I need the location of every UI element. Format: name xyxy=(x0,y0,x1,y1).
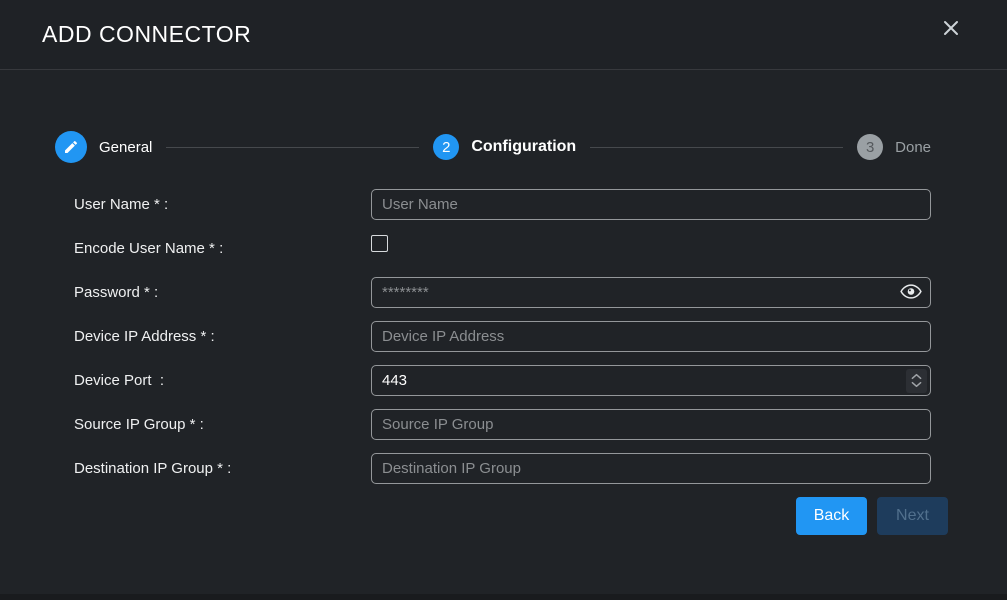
step-label-done: Done xyxy=(895,139,931,156)
close-icon xyxy=(941,18,961,41)
eye-icon xyxy=(900,283,922,303)
wizard-stepper: General 2 Configuration 3 Done xyxy=(55,131,931,163)
step-label-general: General xyxy=(99,139,152,156)
field-row-destination-ip-group: Destination IP Group * : xyxy=(74,453,931,484)
field-label: User Name * : xyxy=(74,196,371,213)
modal-bottom-edge xyxy=(0,594,1007,600)
step-number-2: 2 xyxy=(433,134,459,160)
back-button[interactable]: Back xyxy=(796,497,867,535)
field-row-username: User Name * : xyxy=(74,189,931,220)
connector-form: User Name * : Encode User Name * : Passw… xyxy=(74,189,931,484)
next-button[interactable]: Next xyxy=(877,497,948,535)
pencil-icon xyxy=(55,131,87,163)
username-input[interactable] xyxy=(371,189,931,220)
field-label: Password * : xyxy=(74,284,371,301)
step-done: 3 Done xyxy=(857,134,931,160)
chevron-up-icon xyxy=(911,373,922,380)
encode-username-checkbox[interactable] xyxy=(371,235,388,252)
password-input[interactable] xyxy=(371,277,931,308)
add-connector-modal: ADD CONNECTOR General 2 Configuration xyxy=(0,0,1007,600)
modal-header: ADD CONNECTOR xyxy=(0,0,1007,70)
step-general: General xyxy=(55,131,152,163)
step-connector xyxy=(166,147,419,148)
destination-ip-group-input[interactable] xyxy=(371,453,931,484)
chevron-down-icon xyxy=(911,381,922,388)
field-row-device-port: Device Port : xyxy=(74,365,931,396)
page-title: ADD CONNECTOR xyxy=(42,21,251,48)
field-row-encode-username: Encode User Name * : xyxy=(74,233,931,264)
source-ip-group-input[interactable] xyxy=(371,409,931,440)
show-password-button[interactable] xyxy=(900,284,922,302)
field-row-device-ip: Device IP Address * : xyxy=(74,321,931,352)
field-row-password: Password * : xyxy=(74,277,931,308)
field-label: Encode User Name * : xyxy=(74,240,371,257)
wizard-buttons: Back Next xyxy=(0,497,948,535)
device-ip-input[interactable] xyxy=(371,321,931,352)
field-label: Device Port : xyxy=(74,372,371,389)
device-port-input[interactable] xyxy=(371,365,931,396)
step-configuration: 2 Configuration xyxy=(433,134,576,160)
step-connector xyxy=(590,147,843,148)
field-label: Destination IP Group * : xyxy=(74,460,371,477)
number-stepper[interactable] xyxy=(906,369,927,393)
field-label: Device IP Address * : xyxy=(74,328,371,345)
field-label: Source IP Group * : xyxy=(74,416,371,433)
step-label-configuration: Configuration xyxy=(471,138,576,156)
close-button[interactable] xyxy=(939,17,963,41)
step-number-3: 3 xyxy=(857,134,883,160)
field-row-source-ip-group: Source IP Group * : xyxy=(74,409,931,440)
